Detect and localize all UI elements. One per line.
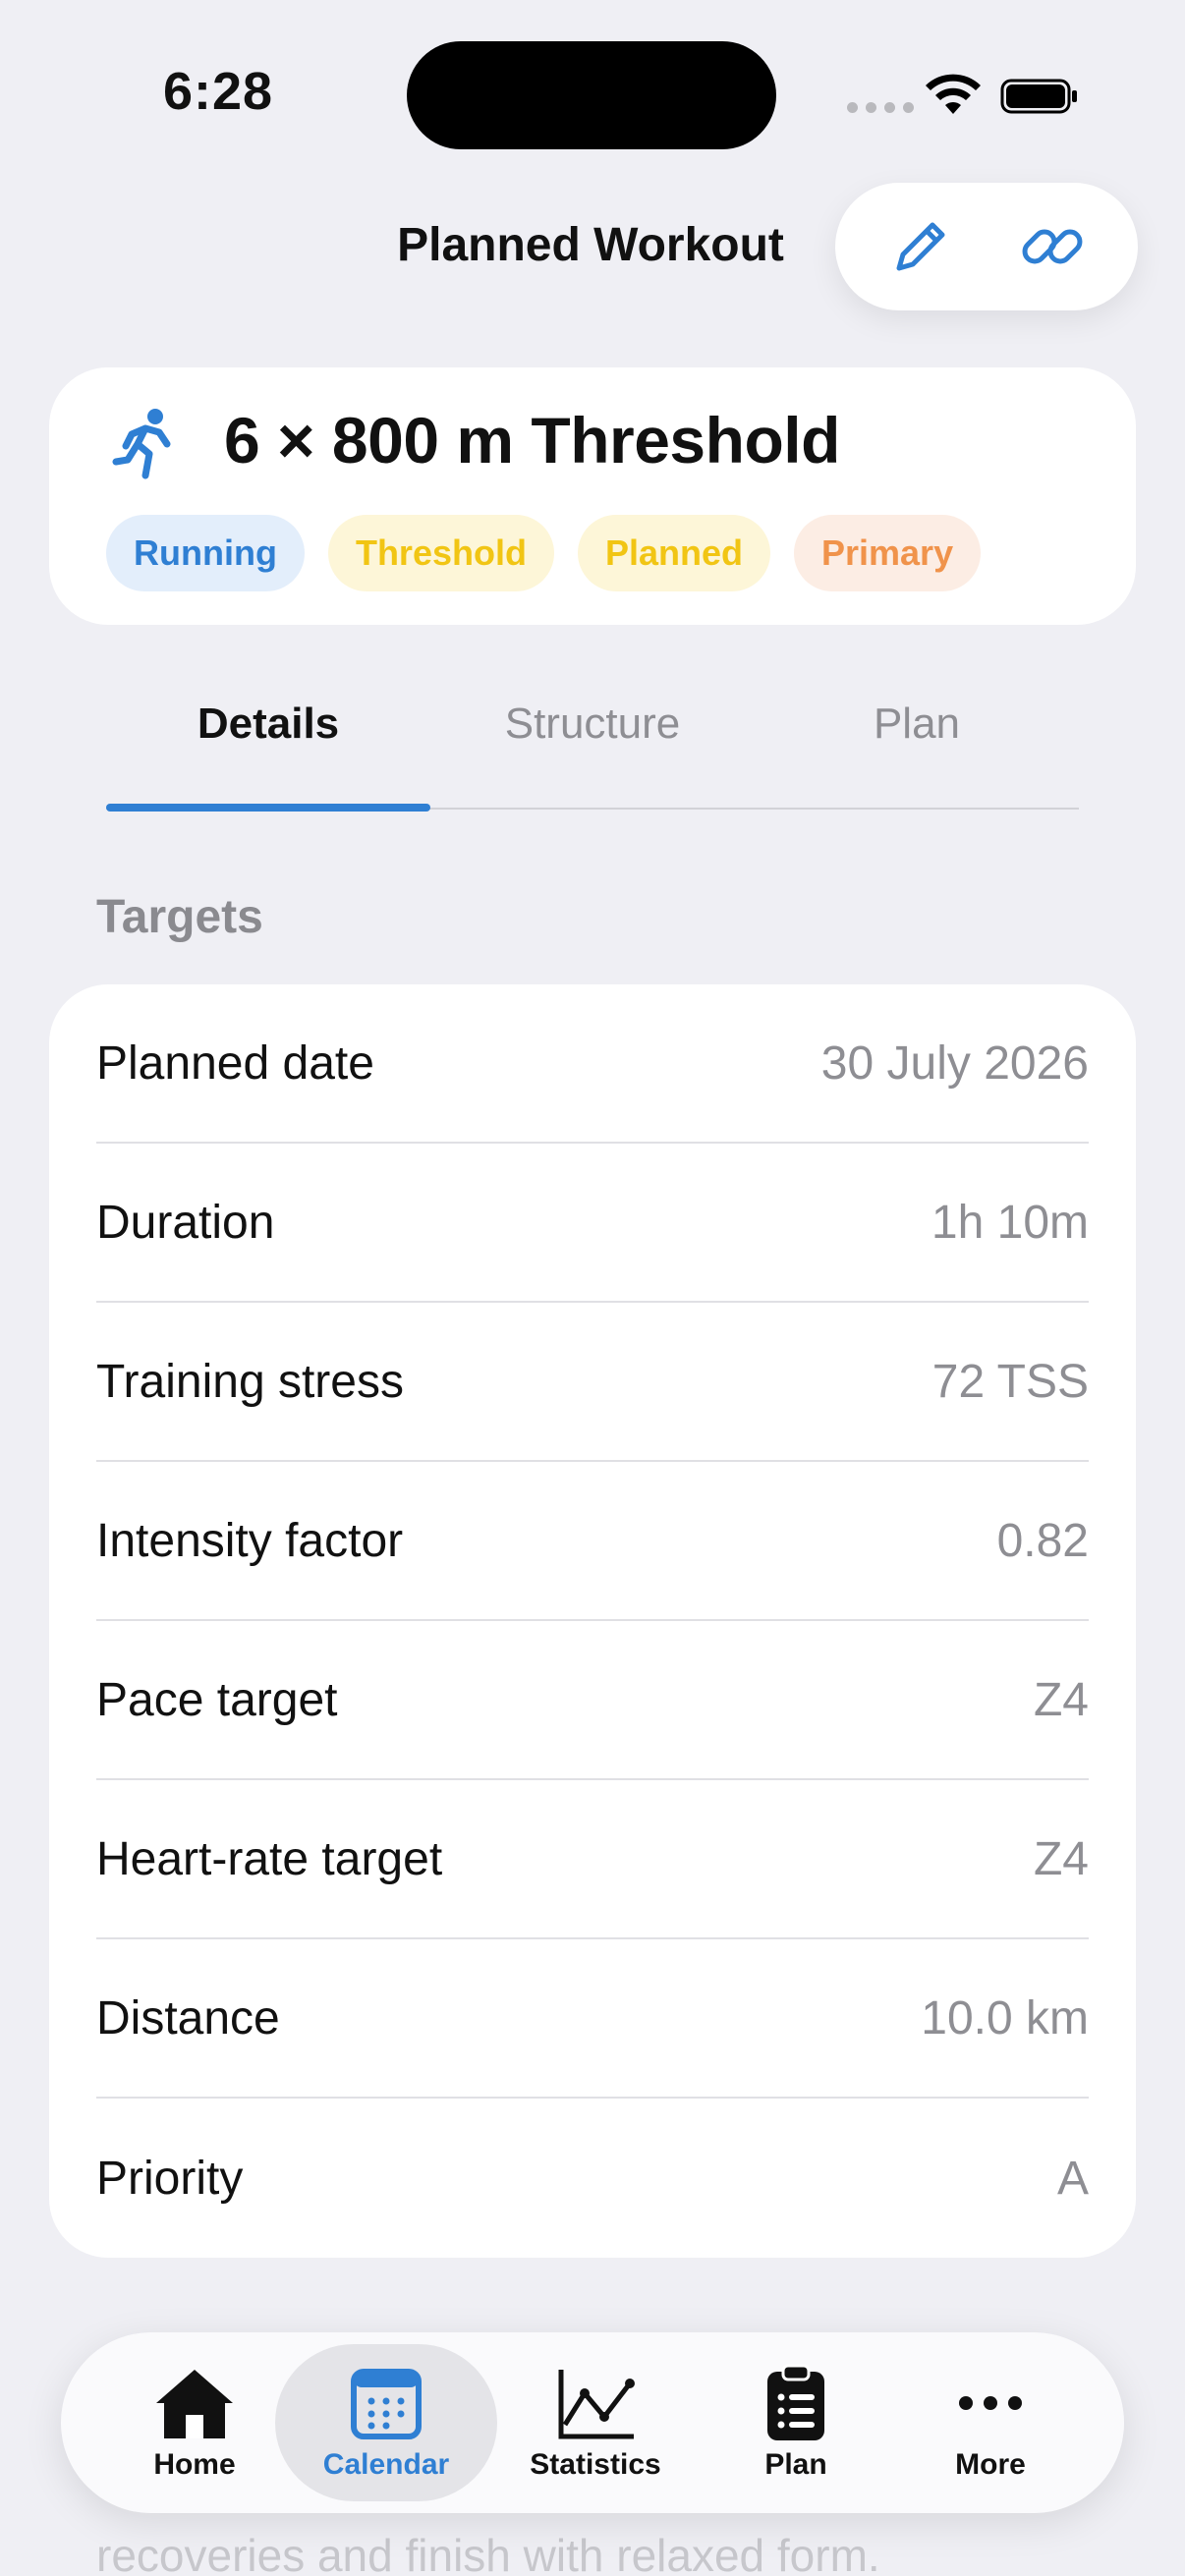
tabbar-calendar[interactable]: Calendar <box>275 2344 497 2501</box>
chip-sport: Running <box>106 515 305 591</box>
row-value: 10.0 km <box>921 1991 1089 2044</box>
tabbar-label: Calendar <box>322 2448 450 2481</box>
link-icon <box>1022 229 1083 264</box>
target-row: Planned date 30 July 2026 <box>96 984 1089 1144</box>
bottom-tab-bar: Home Calendar Statistics Plan More <box>61 2332 1124 2513</box>
battery-icon <box>1000 79 1077 114</box>
tabbar-plan[interactable]: Plan <box>713 2332 878 2513</box>
house-icon <box>156 2370 233 2438</box>
tabbar-statistics[interactable]: Statistics <box>505 2332 686 2513</box>
row-label: Distance <box>96 1991 280 2044</box>
row-label: Intensity factor <box>96 1514 404 1567</box>
running-person-icon <box>112 409 171 479</box>
row-label: Pace target <box>96 1673 338 1726</box>
row-label: Planned date <box>96 1036 374 1090</box>
row-label: Duration <box>96 1196 275 1249</box>
edit-button[interactable] <box>881 207 960 286</box>
workout-header-card: 6 × 800 m Threshold Running Threshold Pl… <box>49 367 1136 625</box>
dynamic-island <box>407 41 776 149</box>
row-value: 1h 10m <box>931 1196 1089 1249</box>
tabbar-home[interactable]: Home <box>112 2332 277 2513</box>
target-row: Distance 10.0 km <box>96 1939 1089 2099</box>
nav-actions <box>835 183 1138 310</box>
tab-structure[interactable]: Structure <box>430 688 755 808</box>
target-row: Intensity factor 0.82 <box>96 1462 1089 1621</box>
row-value: 0.82 <box>996 1514 1089 1567</box>
description-text: recoveries and finish with relaxed form. <box>96 2530 880 2576</box>
wifi-icon <box>926 74 981 114</box>
row-label: Heart-rate target <box>96 1832 443 1885</box>
tabbar-more[interactable]: More <box>908 2332 1073 2513</box>
workout-title: 6 × 800 m Threshold <box>224 404 840 476</box>
status-time: 6:28 <box>163 62 274 121</box>
row-value: 30 July 2026 <box>820 1036 1089 1090</box>
target-row: Heart-rate target Z4 <box>96 1780 1089 1939</box>
row-value: A <box>1056 2152 1089 2205</box>
chip-status: Planned <box>577 515 770 591</box>
calendar-icon <box>351 2369 422 2439</box>
chart-line-icon <box>558 2370 635 2439</box>
row-value: 72 TSS <box>931 1355 1089 1408</box>
workout-chips: Running Threshold Planned Primary <box>106 515 982 591</box>
tabbar-label: Statistics <box>530 2448 661 2481</box>
target-row: Priority A <box>96 2099 1089 2258</box>
row-value: Z4 <box>1033 1832 1089 1885</box>
cellular-signal-icon <box>847 102 914 113</box>
targets-card: Planned date 30 July 2026 Duration 1h 10… <box>49 984 1136 2258</box>
ellipsis-icon <box>959 2396 1022 2410</box>
segment-tabs: Details Structure Plan <box>106 688 1079 812</box>
target-row: Duration 1h 10m <box>96 1144 1089 1303</box>
chip-priority: Primary <box>794 515 982 591</box>
tabbar-label: More <box>955 2448 1026 2481</box>
tabbar-label: Home <box>153 2448 236 2481</box>
target-row: Pace target Z4 <box>96 1621 1089 1780</box>
tabbar-label: Plan <box>764 2448 827 2481</box>
clipboard-list-icon <box>767 2364 824 2440</box>
link-button[interactable] <box>1013 207 1092 286</box>
target-row: Training stress 72 TSS <box>96 1303 1089 1462</box>
row-value: Z4 <box>1033 1673 1089 1726</box>
tab-details[interactable]: Details <box>106 688 430 812</box>
row-label: Priority <box>96 2152 244 2205</box>
chip-type: Threshold <box>327 515 554 591</box>
pencil-icon <box>896 222 945 271</box>
section-label-targets: Targets <box>96 891 263 943</box>
row-label: Training stress <box>96 1355 404 1408</box>
tab-plan[interactable]: Plan <box>755 688 1079 808</box>
